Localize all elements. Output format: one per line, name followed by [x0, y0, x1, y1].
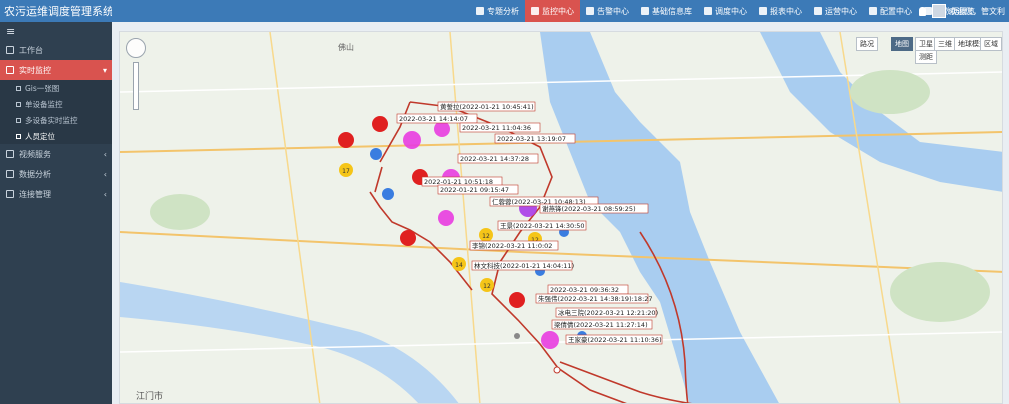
main-content: 17 12 12 14 12 黄誓拉(2022-01-21 10:45:41) …: [112, 22, 1009, 404]
avatar[interactable]: [932, 4, 946, 18]
cluster-marker[interactable]: [382, 188, 394, 200]
nav-dispatch-center[interactable]: 调度中心: [698, 0, 753, 22]
cluster-count: 14: [455, 262, 463, 269]
cluster-marker[interactable]: [400, 230, 416, 246]
area-button[interactable]: 区域: [980, 37, 1002, 51]
location-pin-icon[interactable]: [514, 333, 520, 339]
sidebar-item-video[interactable]: 视频服务 ‹: [0, 144, 112, 164]
map-type-button[interactable]: 地图: [891, 37, 913, 51]
marker-label: 梁倩倩(2022-03-21 11:27:14): [554, 320, 648, 329]
user-greeting[interactable]: 欢迎您，管文利: [949, 6, 1005, 17]
dispatch-icon: [704, 7, 712, 15]
cluster-marker[interactable]: [403, 131, 421, 149]
video-icon: [6, 150, 14, 158]
sub-item-personnel-location[interactable]: 人员定位: [0, 128, 112, 144]
chevron-down-icon: ▾: [102, 65, 107, 75]
menu-collapse-icon[interactable]: ≡: [0, 22, 112, 40]
cluster-marker[interactable]: [509, 292, 525, 308]
marker-label: 2022-03-21 14:37:28: [460, 155, 529, 163]
nav-operation-center[interactable]: 运营中心: [808, 0, 863, 22]
nav-special-analysis[interactable]: 专题分析: [470, 0, 525, 22]
marker-label: 王家豪(2022-03-21 11:10:36): [568, 335, 662, 344]
cluster-count: 17: [342, 168, 350, 175]
location-pin-icon[interactable]: [553, 366, 561, 374]
three-d-button[interactable]: 三维: [934, 37, 956, 51]
top-navigation: 专题分析 监控中心 告警中心 基础信息库 调度中心 报表中心 运营中心 配置中心…: [470, 0, 981, 22]
map-zoom-slider[interactable]: [133, 62, 139, 110]
traffic-button[interactable]: 路况: [856, 37, 878, 51]
marker-label: 谢燕锋(2022-03-21 08:59:25): [542, 204, 636, 213]
cluster-count: 12: [482, 233, 490, 240]
park-area: [890, 262, 990, 322]
marker-label: 2022-03-21 13:19:07: [497, 135, 566, 143]
sub-item-multi-device[interactable]: 多设备实时监控: [0, 112, 112, 128]
map-view[interactable]: 17 12 12 14 12 黄誓拉(2022-01-21 10:45:41) …: [119, 31, 1003, 404]
cluster-marker[interactable]: [434, 121, 450, 137]
marker-label: 林文科技(2022-01-21 14:04:11): [474, 261, 574, 270]
park-area: [850, 70, 930, 114]
gis-icon: [16, 85, 21, 91]
cluster-marker[interactable]: [541, 331, 559, 349]
devices-icon: [16, 117, 21, 123]
analysis-icon: [6, 170, 14, 178]
place-name: 佛山: [338, 42, 354, 52]
marker-label: 冰电三院(2022-03-21 12:21:20): [558, 308, 658, 317]
device-icon: [16, 101, 21, 107]
marker-label: 2022-03-21 14:14:07: [399, 115, 468, 123]
ranging-button[interactable]: 测距: [915, 50, 937, 64]
nav-alarm-center[interactable]: 告警中心: [580, 0, 635, 22]
cluster-marker[interactable]: [438, 210, 454, 226]
bell-icon[interactable]: [919, 6, 926, 16]
chart-icon: [476, 7, 484, 15]
chevron-left-icon: ‹: [103, 149, 107, 159]
marker-label: 2022-03-21 09:36:32: [550, 286, 619, 294]
sub-item-gis[interactable]: Gis一张图: [0, 80, 112, 96]
marker-label: 黄誓拉(2022-01-21 10:45:41): [440, 102, 534, 111]
cluster-marker[interactable]: [338, 132, 354, 148]
sidebar-item-data-analysis[interactable]: 数据分析 ‹: [0, 164, 112, 184]
sidebar-item-connection[interactable]: 连接管理 ‹: [0, 184, 112, 204]
link-icon: [6, 190, 14, 198]
marker-label: 朱强伟(2022-03-21 14:38:19):18:27: [538, 294, 653, 303]
map-canvas[interactable]: 17 12 12 14 12 黄誓拉(2022-01-21 10:45:41) …: [120, 32, 1003, 404]
sidebar-item-workbench[interactable]: 工作台: [0, 40, 112, 60]
alarm-icon: [586, 7, 594, 15]
workbench-icon: [6, 46, 14, 54]
sidebar-item-realtime-monitor[interactable]: 实时监控 ▾: [0, 60, 112, 80]
report-icon: [759, 7, 767, 15]
person-icon: [16, 133, 21, 139]
nav-report-center[interactable]: 报表中心: [753, 0, 808, 22]
cluster-marker[interactable]: [370, 148, 382, 160]
gear-icon: [869, 7, 877, 15]
nav-config-center[interactable]: 配置中心: [863, 0, 918, 22]
database-icon: [641, 7, 649, 15]
user-area: 欢迎您，管文利: [919, 0, 1005, 22]
cluster-marker[interactable]: [372, 116, 388, 132]
nav-monitor-center[interactable]: 监控中心: [525, 0, 580, 22]
marker-label: 2022-03-21 11:04:36: [462, 124, 531, 132]
place-name: 江门市: [136, 390, 163, 402]
sidebar: ≡ 工作台 实时监控 ▾ Gis一张图 单设备监控 多设备实时监控 人员定位 视频…: [0, 22, 112, 404]
marker-label: 李锦(2022-03-21 11:0:02: [472, 241, 552, 250]
map-pan-control[interactable]: [126, 38, 146, 58]
chevron-left-icon: ‹: [103, 189, 107, 199]
nav-base-info[interactable]: 基础信息库: [635, 0, 698, 22]
submenu-realtime: Gis一张图 单设备监控 多设备实时监控 人员定位: [0, 80, 112, 144]
marker-label: 2022-01-21 09:15:47: [440, 186, 509, 194]
app-title: 农污运维调度管理系统: [4, 5, 112, 18]
sub-item-single-device[interactable]: 单设备监控: [0, 96, 112, 112]
operation-icon: [814, 7, 822, 15]
top-bar: 农污运维调度管理系统 专题分析 监控中心 告警中心 基础信息库 调度中心 报表中…: [0, 0, 1009, 22]
monitor-icon: [6, 66, 14, 74]
chevron-left-icon: ‹: [103, 169, 107, 179]
park-area: [150, 194, 210, 230]
cluster-count: 12: [483, 283, 491, 290]
monitor-icon: [531, 7, 539, 15]
marker-label: 王景(2022-03-21 14:30:50: [500, 222, 585, 230]
